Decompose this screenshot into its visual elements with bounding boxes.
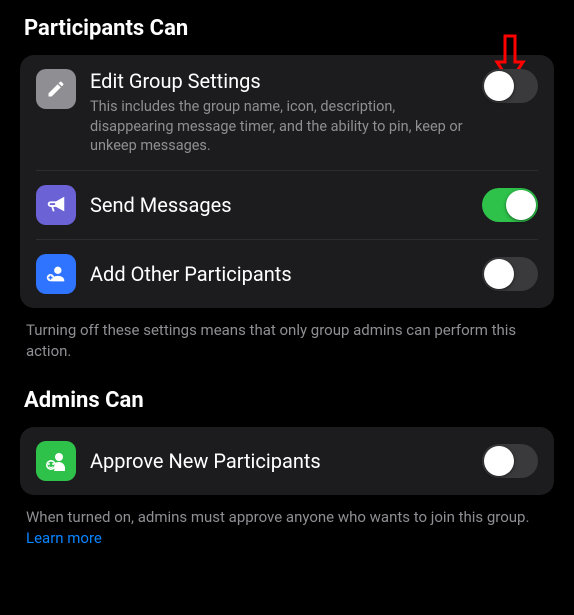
approve-participants-row: Approve New Participants <box>36 427 538 495</box>
approve-participants-title: Approve New Participants <box>90 449 468 473</box>
add-participants-row: Add Other Participants <box>36 239 538 308</box>
approve-participants-toggle[interactable] <box>482 444 538 478</box>
admins-card: Approve New Participants <box>20 427 554 495</box>
learn-more-link[interactable]: Learn more <box>26 529 102 547</box>
approve-participants-icon <box>36 441 76 481</box>
send-messages-toggle[interactable] <box>482 188 538 222</box>
participants-section-header: Participants Can <box>24 16 554 41</box>
add-participants-toggle[interactable] <box>482 257 538 291</box>
add-participants-title: Add Other Participants <box>90 262 468 286</box>
edit-group-settings-row: Edit Group Settings This includes the gr… <box>36 55 538 170</box>
edit-group-settings-toggle[interactable] <box>482 69 538 103</box>
edit-group-settings-title: Edit Group Settings <box>90 69 468 93</box>
person-add-icon <box>36 254 76 294</box>
edit-group-settings-text: Edit Group Settings This includes the gr… <box>90 69 468 156</box>
approve-participants-text: Approve New Participants <box>90 449 468 473</box>
megaphone-icon <box>36 185 76 225</box>
admins-footer-text: When turned on, admins must approve anyo… <box>26 508 529 526</box>
pencil-icon <box>36 69 76 109</box>
send-messages-title: Send Messages <box>90 193 468 217</box>
participants-footer: Turning off these settings means that on… <box>26 320 548 362</box>
edit-group-settings-subtitle: This includes the group name, icon, desc… <box>90 97 468 156</box>
add-participants-text: Add Other Participants <box>90 262 468 286</box>
admins-footer: When turned on, admins must approve anyo… <box>26 507 548 549</box>
send-messages-row: Send Messages <box>36 170 538 239</box>
participants-card: Edit Group Settings This includes the gr… <box>20 55 554 308</box>
admins-section-header: Admins Can <box>24 388 554 413</box>
send-messages-text: Send Messages <box>90 193 468 217</box>
